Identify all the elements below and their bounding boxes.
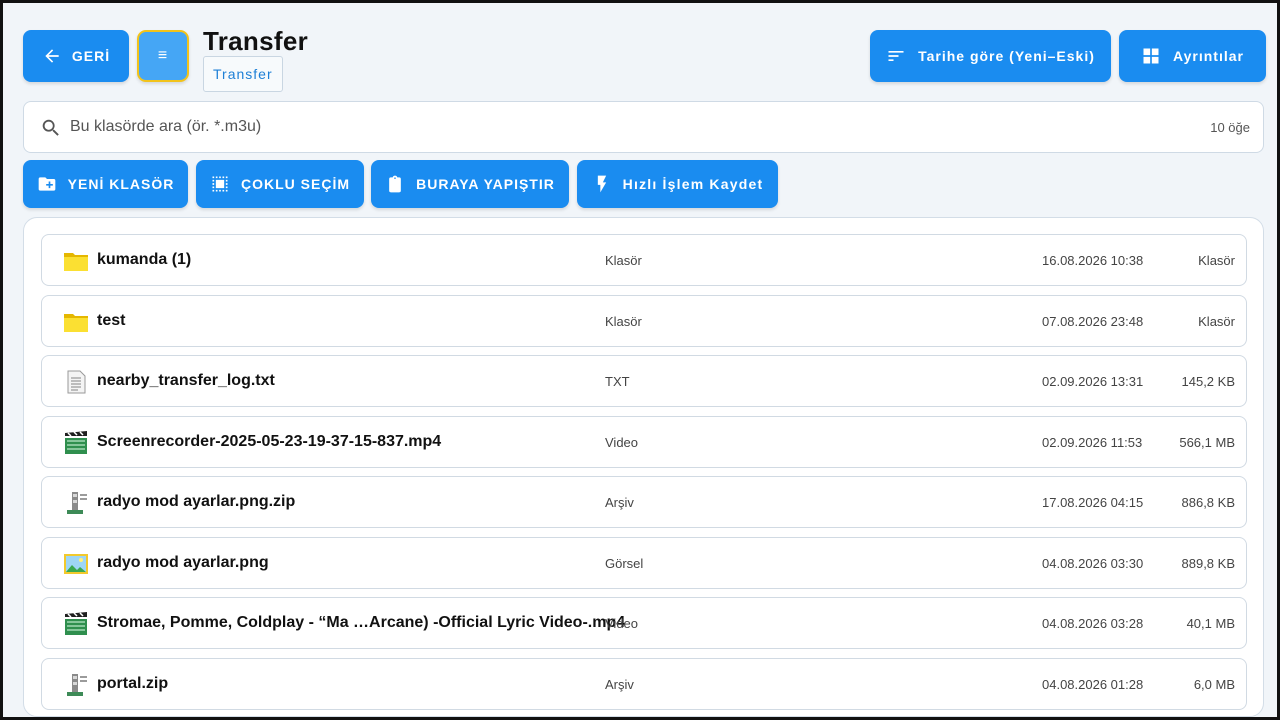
file-row[interactable]: radyo mod ayarlar.png Görsel 04.08.2026 03…: [41, 536, 1247, 589]
file-list: kumanda (1) Klasör 16.08.2026 10:38 Klasör t…: [23, 217, 1264, 717]
file-row[interactable]: Stromae, Pomme, Coldplay - “Ma …Arcane) …: [41, 597, 1247, 649]
file-type: Klasör: [605, 313, 642, 329]
file-size: Klasör: [1198, 313, 1235, 329]
file-name: nearby_transfer_log.txt: [97, 372, 275, 389]
file-name: Stromae, Pomme, Coldplay - “Ma …Arcane) …: [97, 614, 626, 631]
file-size: 886,8 KB: [1181, 495, 1236, 510]
file-name: portal.zip: [97, 674, 169, 692]
menu-button[interactable]: ≡: [137, 30, 189, 82]
back-button[interactable]: GERİ: [23, 30, 129, 82]
breadcrumb[interactable]: Transfer: [203, 56, 283, 92]
file-date: 04.08.2026 01:28: [1042, 676, 1144, 692]
video-file-icon: [63, 612, 89, 636]
file-name: kumanda (1): [97, 251, 192, 268]
menu-icon: ≡: [157, 47, 169, 64]
file-type: Arşiv: [605, 495, 634, 510]
archive-file-icon: [63, 673, 89, 697]
sort-button[interactable]: Tarihe göre (Yeni–Eski): [870, 30, 1111, 82]
new-folder-label: YENİ KLASÖR: [67, 176, 175, 192]
save-quick-action-button[interactable]: Hızlı İşlem Kaydet: [577, 160, 778, 208]
file-row[interactable]: test Klasör 07.08.2026 23:48 Klasör: [41, 294, 1247, 347]
sort-button-label: Tarihe göre (Yeni–Eski): [918, 48, 1095, 64]
arrow-left-icon: [45, 49, 59, 63]
folder-add-icon: [38, 177, 55, 191]
item-count: 10 öğe: [1210, 120, 1250, 135]
file-row[interactable]: portal.zip Arşiv 04.08.2026 01:28 6,0 MB: [41, 657, 1247, 710]
file-row[interactable]: nearby_transfer_log.txt TXT 02.09.2026 13:…: [41, 355, 1247, 407]
select-all-icon: [212, 176, 228, 192]
new-folder-button[interactable]: YENİ KLASÖR: [23, 160, 188, 208]
file-size: Klasör: [1198, 253, 1235, 268]
file-size: 40,1 MB: [1186, 616, 1235, 631]
file-size: 145,2 KB: [1181, 374, 1236, 389]
file-name: Screenrecorder-2025-05-23-19-37-15-837.m…: [97, 432, 442, 450]
archive-file-icon: [63, 491, 89, 515]
file-date: 02.09.2026 13:31: [1042, 374, 1144, 389]
image-file-icon: [63, 552, 89, 576]
file-type: TXT: [605, 374, 630, 389]
details-button-label: Ayrıntılar: [1173, 48, 1244, 64]
file-type: Video: [605, 616, 639, 631]
file-date: 16.08.2026 10:38: [1042, 253, 1144, 268]
file-name: radyo mod ayarlar.png.zip: [97, 493, 296, 510]
file-row[interactable]: kumanda (1) Klasör 16.08.2026 10:38 Klasör: [41, 234, 1247, 286]
file-row[interactable]: Screenrecorder-2025-05-23-19-37-15-837.m…: [41, 415, 1247, 468]
folder-icon: [63, 249, 89, 273]
paste-here-label: BURAYA YAPIŞTIR: [416, 176, 555, 192]
file-size: 566,1 MB: [1179, 434, 1235, 450]
sort-icon: [888, 51, 904, 61]
file-name: radyo mod ayarlar.png: [97, 553, 269, 571]
top-bar: GERİ ≡ Transfer Transfer Tarihe göre (Ye…: [23, 26, 1266, 92]
quick-action-label: Hızlı İşlem Kaydet: [622, 176, 764, 192]
clipboard-icon: [389, 175, 401, 193]
back-button-label: GERİ: [71, 48, 111, 64]
details-view-button[interactable]: Ayrıntılar: [1119, 30, 1266, 82]
file-size: 6,0 MB: [1193, 676, 1235, 692]
text-file-icon: [63, 370, 89, 394]
paste-here-button[interactable]: BURAYA YAPIŞTIR: [371, 160, 569, 208]
file-date: 07.08.2026 23:48: [1042, 313, 1144, 329]
file-date: 17.08.2026 04:15: [1042, 495, 1144, 510]
page-title: Transfer: [203, 26, 309, 56]
file-type: Arşiv: [605, 676, 634, 692]
file-date: 02.09.2026 11:53: [1042, 434, 1143, 450]
file-size: 889,8 KB: [1181, 555, 1236, 571]
search-input[interactable]: [70, 113, 870, 141]
folder-icon: [63, 310, 89, 334]
file-name: test: [97, 311, 126, 329]
file-date: 04.08.2026 03:30: [1042, 555, 1144, 571]
multi-select-label: ÇOKLU SEÇİM: [241, 176, 350, 192]
file-row[interactable]: radyo mod ayarlar.png.zip Arşiv 17.08.2026…: [41, 476, 1247, 528]
file-type: Klasör: [605, 253, 642, 268]
search-bar: 10 öğe: [23, 101, 1264, 153]
file-type: Görsel: [605, 555, 644, 571]
search-icon: [42, 119, 59, 136]
video-file-icon: [63, 430, 89, 455]
lightning-icon: [597, 175, 606, 193]
multi-select-button[interactable]: ÇOKLU SEÇİM: [196, 160, 364, 208]
file-type: Video: [605, 434, 639, 450]
file-date: 04.08.2026 03:28: [1042, 616, 1144, 631]
grid-view-icon: [1143, 48, 1159, 64]
